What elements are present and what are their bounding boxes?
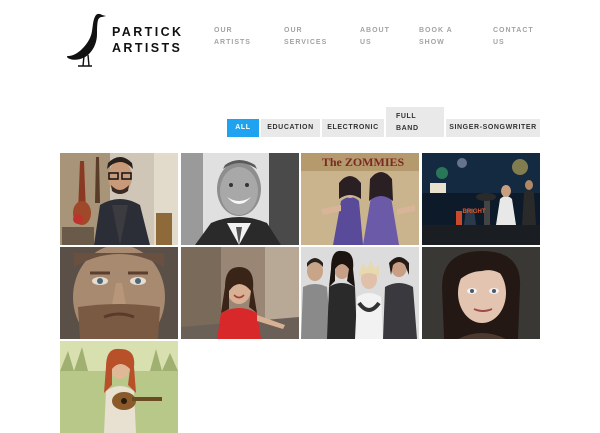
nav-label: BOOK A bbox=[419, 27, 453, 34]
artist-tile-7[interactable] bbox=[301, 247, 419, 339]
logo-line-2: ARTISTS bbox=[112, 41, 183, 55]
nav-label: US bbox=[493, 39, 505, 46]
logo-line-1: PARTICK bbox=[112, 25, 184, 39]
bearded-man-closeup-photo bbox=[60, 247, 178, 339]
filter-label: BAND bbox=[396, 125, 419, 132]
four-piece-band-photo bbox=[301, 247, 419, 339]
artist-tile-3[interactable]: The ZOMMIES bbox=[301, 153, 419, 245]
nav-label: OUR bbox=[214, 27, 233, 34]
nav-label: ABOUT bbox=[360, 27, 390, 34]
artist-tile-6[interactable] bbox=[181, 247, 299, 339]
nav-about-us[interactable]: ABOUT US bbox=[360, 25, 390, 49]
heron-icon bbox=[66, 13, 106, 67]
nav-label: OUR bbox=[284, 27, 303, 34]
artist-tile-8[interactable] bbox=[422, 247, 540, 339]
svg-text:BRIGHT: BRIGHT bbox=[463, 209, 486, 215]
artist-tile-9[interactable] bbox=[60, 341, 178, 433]
nav-label: SERVICES bbox=[284, 39, 328, 46]
artist-tile-5[interactable] bbox=[60, 247, 178, 339]
nav-our-artists[interactable]: OUR ARTISTS bbox=[214, 25, 251, 49]
nav-label: US bbox=[360, 39, 372, 46]
woman-red-dress-photo bbox=[181, 247, 299, 339]
band-on-stage-photo: BRIGHT bbox=[422, 153, 540, 245]
logo-wordmark: PARTICK ARTISTS bbox=[112, 24, 183, 56]
nav-book-a-show[interactable]: BOOK A SHOW bbox=[419, 25, 453, 49]
artist-tile-4[interactable]: BRIGHT bbox=[422, 153, 540, 245]
nav-label: ARTISTS bbox=[214, 39, 251, 46]
filter-electronic-button[interactable]: ELECTRONIC bbox=[322, 119, 384, 137]
nav-contact-us[interactable]: CONTACT US bbox=[493, 25, 534, 49]
artist-tile-1[interactable] bbox=[60, 153, 178, 245]
girl-with-guitar-field-photo bbox=[60, 341, 178, 433]
filter-all-button[interactable]: ALL bbox=[227, 119, 259, 137]
filter-singer-songwriter-button[interactable]: SINGER-SONGWRITER bbox=[446, 119, 540, 137]
smiling-man-bw-photo bbox=[181, 153, 299, 245]
man-with-glasses-guitars-photo bbox=[60, 153, 178, 245]
filter-education-button[interactable]: EDUCATION bbox=[261, 119, 320, 137]
nav-label: SHOW bbox=[419, 39, 445, 46]
filter-full-band-button[interactable]: FULL BAND bbox=[386, 107, 444, 137]
artist-tile-2[interactable] bbox=[181, 153, 299, 245]
site-logo[interactable]: PARTICK ARTISTS bbox=[64, 12, 184, 68]
band-poster-photo: The ZOMMIES bbox=[301, 153, 419, 245]
filter-label: FULL bbox=[396, 113, 417, 120]
poster-title: The ZOMMIES bbox=[322, 155, 405, 169]
nav-label: CONTACT bbox=[493, 27, 534, 34]
nav-our-services[interactable]: OUR SERVICES bbox=[284, 25, 327, 49]
dark-haired-woman-photo bbox=[422, 247, 540, 339]
